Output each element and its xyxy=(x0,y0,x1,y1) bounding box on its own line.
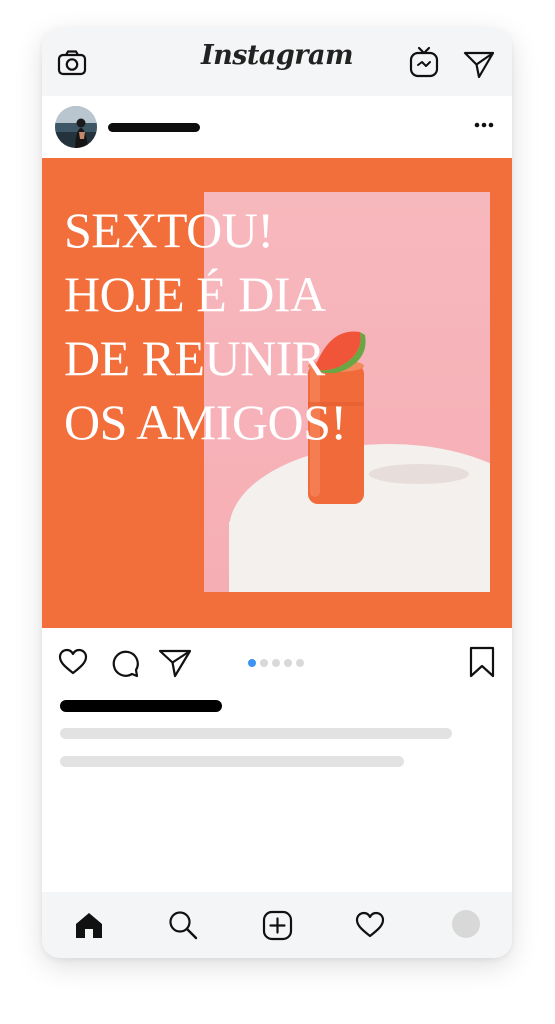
likes-placeholder xyxy=(60,700,222,712)
avatar-photo xyxy=(55,106,97,148)
carousel-dot-4[interactable] xyxy=(284,659,292,667)
post-image[interactable]: SEXTOU! HOJE É DIA DE REUNIR OS AMIGOS! xyxy=(42,158,512,628)
headline-line-2: HOJE É DIA xyxy=(64,266,326,322)
app-logo: Instagram xyxy=(200,40,354,71)
bottom-nav xyxy=(42,892,512,958)
headline-line-1: SEXTOU! xyxy=(64,202,274,258)
bookmark-icon[interactable] xyxy=(469,646,495,678)
more-dots-icon[interactable] xyxy=(474,122,494,128)
post-header xyxy=(42,96,512,158)
carousel-dot-3[interactable] xyxy=(272,659,280,667)
activity-heart-icon[interactable] xyxy=(355,911,385,939)
avatar[interactable] xyxy=(55,106,97,148)
carousel-dot-5[interactable] xyxy=(296,659,304,667)
phone-frame: Instagram SEXTOU! HOJE É DIA DE REUNIR O… xyxy=(42,28,512,958)
post-actions xyxy=(42,628,512,698)
heart-icon[interactable] xyxy=(58,648,88,676)
direct-message-icon[interactable] xyxy=(463,50,495,78)
post-headline: SEXTOU! HOJE É DIA DE REUNIR OS AMIGOS! xyxy=(64,198,347,454)
username-placeholder[interactable] xyxy=(108,123,200,132)
share-icon[interactable] xyxy=(158,648,192,678)
home-icon[interactable] xyxy=(74,911,104,939)
headline-line-3: DE REUNIR xyxy=(64,330,325,386)
headline-line-4: OS AMIGOS! xyxy=(64,394,347,450)
search-icon[interactable] xyxy=(168,910,198,940)
add-post-icon[interactable] xyxy=(262,910,293,941)
caption-placeholder-line-1 xyxy=(60,728,452,739)
top-bar: Instagram xyxy=(42,28,512,96)
carousel-indicator xyxy=(248,659,304,667)
igtv-icon[interactable] xyxy=(409,46,439,78)
caption-placeholder-line-2 xyxy=(60,756,404,767)
comment-icon[interactable] xyxy=(110,648,140,678)
profile-avatar[interactable] xyxy=(452,910,480,938)
carousel-dot-1[interactable] xyxy=(248,659,256,667)
carousel-dot-2[interactable] xyxy=(260,659,268,667)
